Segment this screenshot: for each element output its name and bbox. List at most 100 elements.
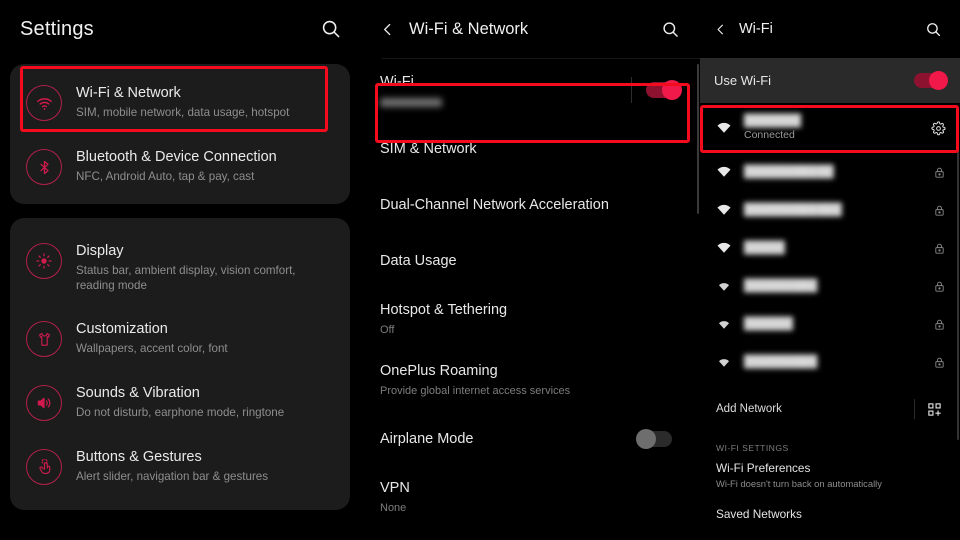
network-row-dual-channel[interactable]: Dual-Channel Network Acceleration: [360, 177, 700, 233]
row-divider: [914, 399, 915, 419]
wifi-panel-header: Wi-Fi: [700, 0, 960, 58]
section-header-wifi-settings: WI-FI SETTINGS: [716, 443, 789, 453]
list-item[interactable]: █████████: [700, 267, 960, 305]
wifi-signal-icon: [716, 316, 732, 332]
row-divider: [631, 77, 632, 103]
network-name-redacted: ██████: [744, 318, 793, 330]
sidebar-item-sounds-vibration[interactable]: Sounds & Vibration Do not disturb, earph…: [10, 370, 350, 434]
qr-scan-icon[interactable]: [927, 402, 942, 417]
lock-icon: [933, 242, 946, 255]
sidebar-item-title: Display: [76, 243, 124, 259]
sidebar-item-wifi-network[interactable]: Wi-Fi & Network SIM, mobile network, dat…: [10, 70, 350, 134]
settings-group-device: Display Status bar, ambient display, vis…: [10, 218, 350, 510]
back-arrow-icon[interactable]: [714, 23, 727, 36]
network-row-oneplus-roaming[interactable]: OnePlus Roaming Provide global internet …: [360, 350, 700, 411]
network-name-redacted: ███████████: [744, 166, 834, 178]
wifi-signal-icon: [716, 240, 732, 256]
row-subtitle: Wi-Fi doesn't turn back on automatically: [716, 478, 882, 489]
brightness-icon: [26, 243, 62, 279]
network-row-sim[interactable]: SIM & Network: [360, 121, 700, 177]
gesture-icon: [26, 449, 62, 485]
row-title: Airplane Mode: [380, 430, 474, 447]
sidebar-item-subtitle: Wallpapers, accent color, font: [76, 342, 228, 355]
search-icon[interactable]: [320, 18, 342, 40]
sidebar-item-buttons-gestures[interactable]: Buttons & Gestures Alert slider, navigat…: [10, 434, 350, 498]
bluetooth-icon: [26, 149, 62, 185]
list-item[interactable]: ██████: [700, 305, 960, 343]
search-icon[interactable]: [661, 20, 680, 39]
sidebar-item-title: Bluetooth & Device Connection: [76, 149, 277, 165]
use-wifi-label: Use Wi-Fi: [714, 73, 772, 88]
tshirt-icon: [26, 321, 62, 357]
sidebar-item-display[interactable]: Display Status bar, ambient display, vis…: [10, 228, 350, 306]
wifi-signal-icon: [716, 278, 732, 294]
row-title: Dual-Channel Network Acceleration: [380, 196, 609, 213]
list-item[interactable]: █████████: [700, 343, 960, 381]
network-name-redacted: ████████████: [744, 204, 842, 216]
network-row-data-usage[interactable]: Data Usage: [360, 233, 700, 289]
wifi-toggle[interactable]: [646, 80, 682, 100]
network-name-redacted: █████████: [744, 356, 818, 368]
sidebar-item-subtitle: Alert slider, navigation bar & gestures: [76, 470, 269, 483]
network-name-redacted: ███████: [744, 115, 802, 127]
scrollbar-network-panel[interactable]: [697, 64, 699, 214]
gear-icon[interactable]: [931, 120, 946, 136]
speaker-icon: [26, 385, 62, 421]
back-arrow-icon[interactable]: [380, 22, 395, 37]
network-row-airplane-mode[interactable]: Airplane Mode: [360, 411, 700, 467]
network-name-redacted: █████████: [744, 280, 818, 292]
list-item[interactable]: █████: [700, 229, 960, 267]
sidebar-item-subtitle: Status bar, ambient display, vision comf…: [76, 264, 296, 292]
wifi-signal-icon: [716, 354, 732, 370]
wifi-panel: Wi-Fi Use Wi-Fi ███████ Connected ██████…: [700, 0, 960, 540]
sidebar-item-title: Wi-Fi & Network: [76, 85, 181, 101]
airplane-mode-toggle[interactable]: [636, 429, 672, 449]
row-title: SIM & Network: [380, 140, 477, 157]
wifi-icon: [26, 85, 62, 121]
network-status: Connected: [744, 129, 795, 141]
wifi-network-header: Wi-Fi & Network: [360, 0, 700, 58]
row-title: Saved Networks: [716, 507, 802, 521]
lock-icon: [933, 356, 946, 369]
add-network-row[interactable]: Add Network: [700, 391, 960, 427]
use-wifi-row[interactable]: Use Wi-Fi: [700, 58, 960, 103]
row-subtitle: Provide global internet access services: [380, 385, 571, 397]
list-item[interactable]: ███████████: [700, 153, 960, 191]
sidebar-item-subtitle: NFC, Android Auto, tap & pay, cast: [76, 170, 255, 183]
network-row-wifi[interactable]: Wi-Fi: [360, 59, 700, 121]
sidebar-item-bluetooth-device[interactable]: Bluetooth & Device Connection NFC, Andro…: [10, 134, 350, 198]
wifi-preferences-row[interactable]: Wi-Fi Preferences Wi-Fi doesn't turn bac…: [700, 457, 960, 497]
saved-networks-row[interactable]: Saved Networks: [700, 497, 960, 529]
network-row-hotspot-tethering[interactable]: Hotspot & Tethering Off: [360, 289, 700, 350]
sidebar-item-title: Customization: [76, 321, 168, 337]
row-title: Hotspot & Tethering: [380, 302, 508, 318]
row-subtitle: None: [380, 502, 407, 514]
wifi-signal-icon: [716, 202, 732, 218]
network-name-redacted: █████: [744, 242, 785, 254]
connected-network-row[interactable]: ███████ Connected: [700, 103, 960, 153]
page-title: Settings: [20, 17, 94, 40]
row-title: Wi-Fi: [380, 74, 414, 90]
sidebar-item-customization[interactable]: Customization Wallpapers, accent color, …: [10, 306, 350, 370]
wifi-network-panel: Wi-Fi & Network Wi-Fi SIM & Network Dual…: [360, 0, 700, 540]
scrollbar-wifi-panel[interactable]: [957, 150, 959, 440]
available-networks-list: ███████████ ████████████ █████ █████████…: [700, 153, 960, 381]
wifi-signal-icon: [716, 120, 732, 136]
sidebar-item-subtitle: Do not disturb, earphone mode, ringtone: [76, 406, 285, 419]
sidebar-item-title: Buttons & Gestures: [76, 449, 202, 465]
panel-title: Wi-Fi: [739, 21, 773, 37]
settings-panel: Settings Wi-Fi & Network SIM, mobile net…: [0, 0, 360, 540]
panel-title: Wi-Fi & Network: [409, 19, 529, 38]
use-wifi-toggle[interactable]: [914, 71, 948, 90]
lock-icon: [933, 166, 946, 179]
search-icon[interactable]: [925, 21, 942, 38]
lock-icon: [933, 204, 946, 217]
lock-icon: [933, 318, 946, 331]
row-title: VPN: [380, 480, 410, 496]
row-title: Data Usage: [380, 252, 457, 269]
settings-group-connectivity: Wi-Fi & Network SIM, mobile network, dat…: [10, 64, 350, 204]
sidebar-item-subtitle: SIM, mobile network, data usage, hotspot: [76, 106, 290, 119]
list-item[interactable]: ████████████: [700, 191, 960, 229]
network-row-vpn[interactable]: VPN None: [360, 467, 700, 528]
wifi-signal-icon: [716, 164, 732, 180]
